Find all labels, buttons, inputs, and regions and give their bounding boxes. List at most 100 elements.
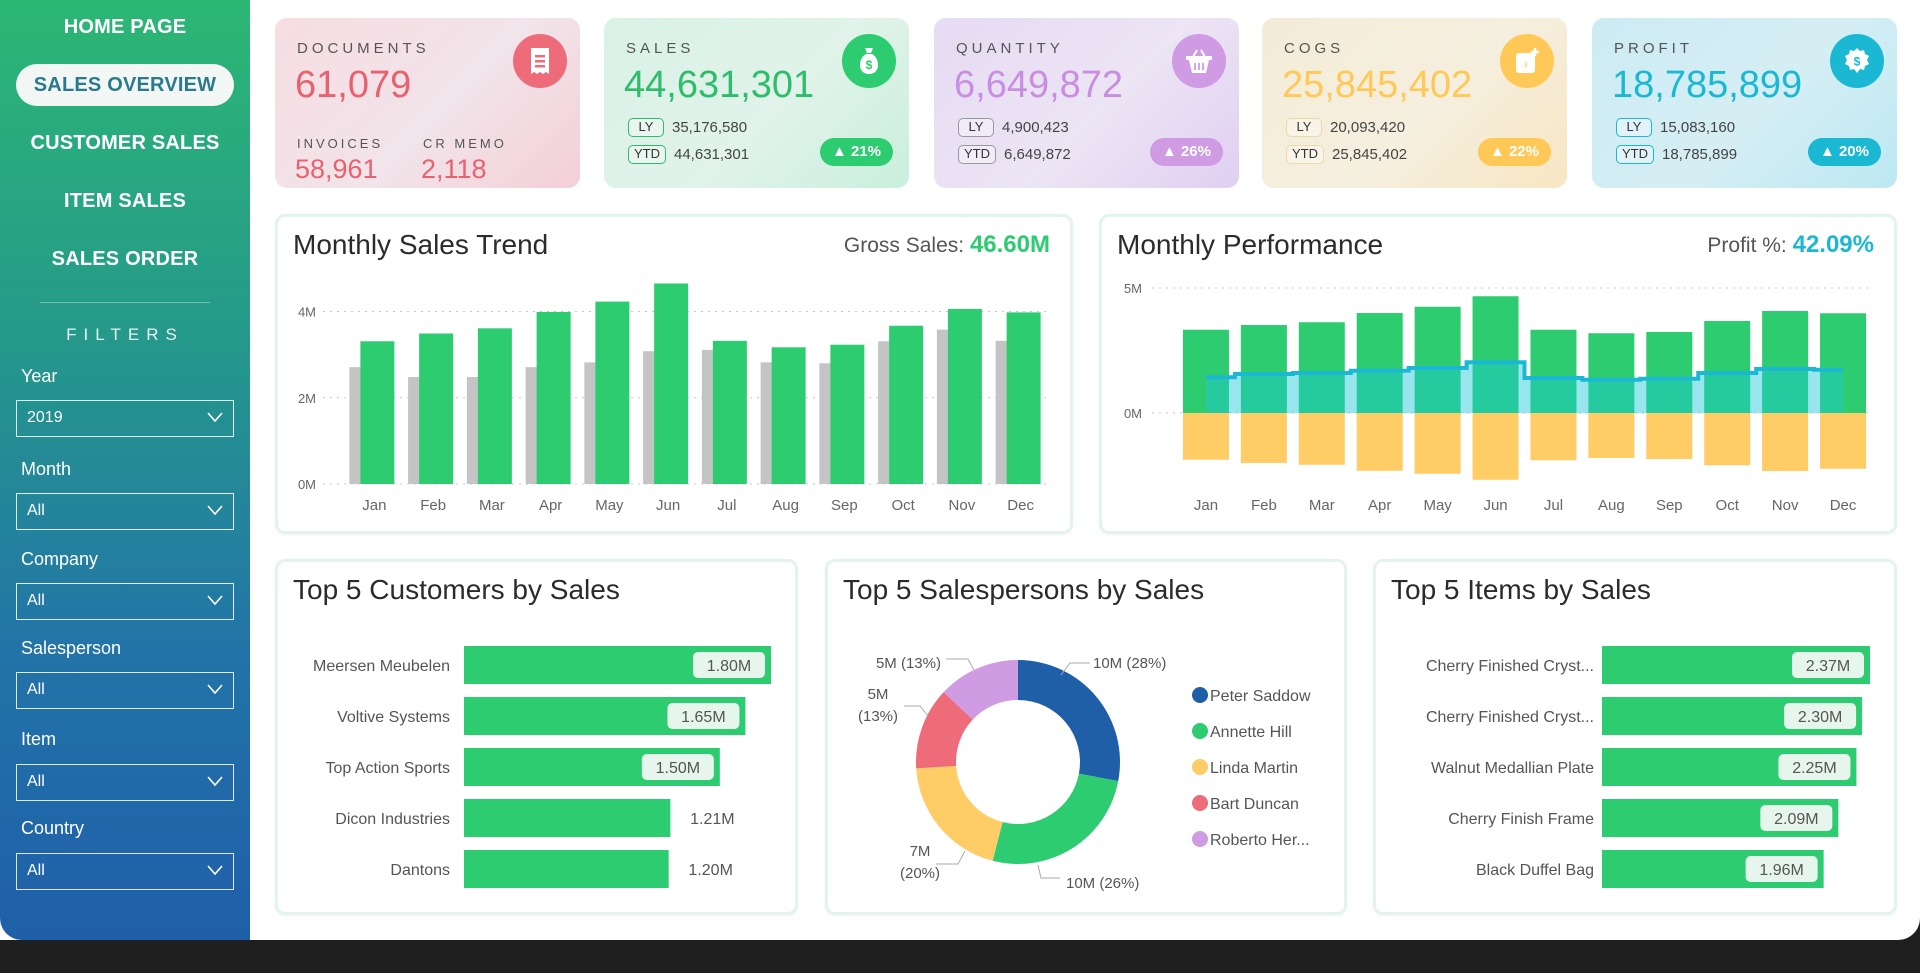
kpi-ly-row: LY 15,083,160	[1616, 118, 1735, 137]
x-tick-label: Oct	[891, 497, 915, 514]
ytd-tag: YTD	[1286, 145, 1324, 164]
filter-salesperson-select[interactable]: All	[16, 672, 234, 709]
data-label: (20%)	[900, 865, 940, 882]
x-tick-label: Oct	[1716, 497, 1740, 514]
data-label: 1.96M	[1759, 862, 1803, 879]
top-items-chart: Cherry Finished Cryst... 2.37M Cherry Fini…	[1426, 646, 1870, 888]
nav-home-page[interactable]: HOME PAGE	[16, 6, 234, 48]
x-tick-label: Aug	[1598, 497, 1625, 514]
panel-top-customers: Top 5 Customers by Sales Meersen Meubele…	[275, 559, 798, 915]
bar-cogs	[1472, 413, 1519, 480]
bar-category-label: Walnut Medallian Plate	[1431, 760, 1594, 777]
money-bag-icon: $	[842, 34, 896, 88]
ytd-value: 6,649,872	[1004, 146, 1071, 163]
change-badge: ▲ 22%	[1477, 138, 1551, 166]
bar-sales	[477, 328, 512, 484]
filter-item-select[interactable]: All	[16, 764, 234, 801]
bar-category-label: Cherry Finish Frame	[1448, 811, 1594, 828]
filter-year-select[interactable]: 2019	[16, 400, 234, 437]
x-tick-label: Dec	[1007, 497, 1034, 514]
receipt-icon	[513, 34, 567, 88]
x-tick-label: Dec	[1830, 497, 1857, 514]
nav-customer-sales[interactable]: CUSTOMER SALES	[16, 122, 234, 164]
filter-salesperson-label: Salesperson	[21, 638, 122, 658]
kpi-value: 61,079	[295, 64, 412, 106]
change-badge: ▲ 21%	[819, 138, 893, 166]
filter-year-label: Year	[21, 366, 58, 386]
x-tick-label: Apr	[539, 497, 562, 514]
kpi-title: QUANTITY	[956, 40, 1064, 57]
bar-category-label: Cherry Finished Cryst...	[1426, 709, 1594, 726]
bar-cogs	[1762, 413, 1809, 471]
y-tick-label: 0M	[1124, 406, 1142, 421]
ytd-tag: YTD	[958, 145, 996, 164]
change-badge: ▲ 26%	[1149, 138, 1223, 166]
legend-label: Roberto Her...	[1210, 832, 1310, 849]
data-label: 1.50M	[656, 760, 700, 777]
bar-cogs	[1530, 413, 1577, 461]
data-label: 1.21M	[690, 811, 734, 828]
bar-sales	[595, 301, 630, 484]
kpi-ly-row: LY 20,093,420	[1286, 118, 1405, 137]
bar-sales	[771, 347, 806, 484]
svg-text:$: $	[1854, 55, 1861, 69]
data-label: 2.37M	[1806, 658, 1850, 675]
nav-sales-overview[interactable]: SALES OVERVIEW	[16, 64, 234, 106]
nav-sales-order[interactable]: SALES ORDER	[16, 238, 234, 280]
bar-sales	[889, 325, 924, 484]
bar-category-label: Top Action Sports	[325, 760, 450, 777]
crmemo-value: 2,118	[421, 154, 487, 184]
basket-icon	[1172, 34, 1226, 88]
x-tick-label: Mar	[1309, 497, 1335, 514]
leader-line	[936, 850, 966, 865]
kpi-ytd-row: YTD 44,631,301	[628, 145, 749, 164]
kpi-card-profit: PROFIT 18,785,899 $ LY 15,083,160 YTD 18…	[1592, 18, 1897, 188]
bar-cogs	[1646, 413, 1693, 459]
performance-chart: 0M 5M Jan Feb Mar Apr May Jun Jul Aug Sep Oct Nov Dec	[1124, 281, 1872, 514]
ly-value: 35,176,580	[672, 119, 748, 136]
bar-category-label: Voltive Systems	[337, 709, 450, 726]
data-label: 2.30M	[1798, 709, 1842, 726]
kpi-ly-row: LY 35,176,580	[628, 118, 747, 137]
filter-month-select[interactable]: All	[16, 493, 234, 530]
kpi-ly-row: LY 4,900,423	[958, 118, 1069, 137]
nav-item-sales[interactable]: ITEM SALES	[16, 180, 234, 222]
top-salespersons-chart: 10M (28%) 10M (26%) 7M (20%) 5M (13%) 5M (13%)…	[858, 655, 1311, 892]
filter-company-select[interactable]: All	[16, 583, 234, 620]
ytd-value: 25,845,402	[1332, 146, 1408, 163]
data-label: 10M (26%)	[1066, 875, 1139, 892]
panel-monthly-sales-trend: Monthly Sales Trend Gross Sales: 46.60M …	[275, 214, 1073, 534]
dollar-badge-icon: $	[1830, 34, 1884, 88]
donut-slice	[992, 773, 1119, 864]
filter-country-label: Country	[21, 818, 85, 838]
kpi-value: 18,785,899	[1612, 64, 1803, 106]
x-tick-label: Jun	[656, 497, 680, 514]
filter-country-select[interactable]: All	[16, 853, 234, 890]
legend-label: Bart Duncan	[1210, 796, 1299, 813]
bar-sales	[947, 308, 982, 484]
panel-top-items: Top 5 Items by Sales Cherry Finished Cry…	[1373, 559, 1897, 915]
bar-sales	[419, 333, 454, 484]
x-tick-label: Jun	[1483, 497, 1507, 514]
data-label: 1.65M	[681, 709, 725, 726]
data-label: 5M (13%)	[876, 655, 941, 672]
donut-slice	[1018, 660, 1120, 782]
x-tick-label: Aug	[772, 497, 799, 514]
filter-year-value: 2019	[27, 409, 63, 426]
top-customers-chart: Meersen Meubelen 1.80M Voltive Systems 1.65…	[313, 646, 771, 888]
kpi-title: SALES	[626, 40, 695, 57]
y-tick-label: 4M	[298, 305, 316, 320]
legend-marker	[1192, 687, 1208, 703]
bar-sales	[536, 311, 571, 484]
data-label: 1.80M	[707, 658, 751, 675]
bar-cogs	[1240, 413, 1287, 463]
svg-text:3: 3	[1524, 62, 1528, 69]
x-tick-label: Mar	[479, 497, 505, 514]
chevron-down-icon	[207, 776, 223, 787]
ytd-tag: YTD	[1616, 145, 1654, 164]
legend-marker	[1192, 795, 1208, 811]
kpi-value: 25,845,402	[1282, 64, 1473, 106]
leader-line	[946, 658, 975, 671]
chevron-down-icon	[207, 595, 223, 606]
bar-cogs	[1356, 413, 1403, 471]
